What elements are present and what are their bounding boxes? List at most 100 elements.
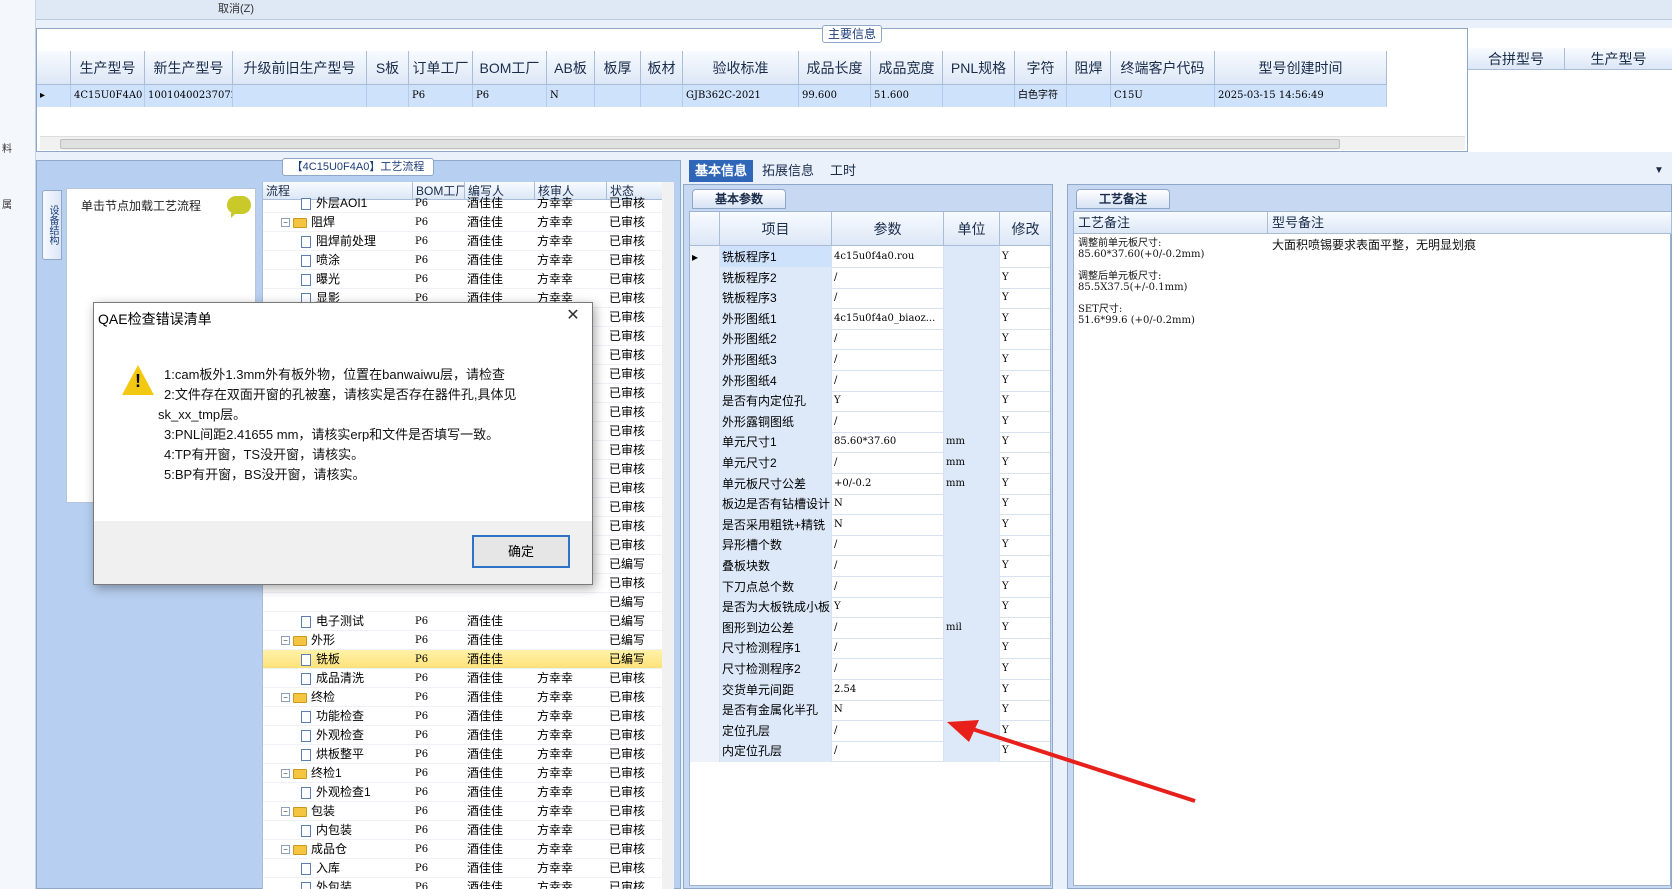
cell-mod[interactable]: Y xyxy=(1000,576,1050,598)
column-header[interactable]: 项目 xyxy=(720,212,832,246)
cell-param[interactable]: / xyxy=(832,534,944,557)
tree-row[interactable]: 入库 P6 酒佳佳 方幸幸 已审核 xyxy=(263,859,674,878)
tree-row[interactable]: − 阻焊 P6 酒佳佳 方幸幸 已审核 xyxy=(263,213,674,232)
chevron-down-icon[interactable]: ▼ xyxy=(1651,160,1667,182)
tree-row[interactable]: 内包装 P6 酒佳佳 方幸幸 已审核 xyxy=(263,821,674,840)
cell-mod[interactable]: Y xyxy=(1000,390,1050,412)
tree-node[interactable]: 烘板整平 xyxy=(301,745,413,764)
tree-node[interactable]: 功能检查 xyxy=(301,707,413,726)
tree-row[interactable]: 成品清洗 P6 酒佳佳 方幸幸 已审核 xyxy=(263,669,674,688)
table-cell[interactable] xyxy=(1067,85,1111,107)
tree-node[interactable]: 内包装 xyxy=(301,821,413,840)
tree-row[interactable]: 外包装 P6 酒佳佳 方幸幸 已审核 xyxy=(263,878,674,889)
cell-param[interactable]: Y xyxy=(832,390,944,413)
tree-row[interactable]: 功能检查 P6 酒佳佳 方幸幸 已审核 xyxy=(263,707,674,726)
column-header[interactable]: 成品宽度 xyxy=(871,51,943,85)
cell-mod[interactable]: Y xyxy=(1000,555,1050,577)
tree-node[interactable]: 入库 xyxy=(301,859,413,878)
column-header[interactable]: BOM工厂 xyxy=(473,51,547,85)
cell-param[interactable]: / xyxy=(832,410,944,433)
table-cell[interactable] xyxy=(595,85,641,107)
column-header[interactable]: 升级前旧生产型号 xyxy=(233,51,367,85)
main-info-hscrollbar[interactable] xyxy=(40,136,1465,150)
table-row[interactable]: 外形图纸4/ Y xyxy=(690,369,1050,392)
cell-param[interactable]: / xyxy=(832,575,944,598)
column-header[interactable]: PNL规格 xyxy=(943,51,1015,85)
cell-unit[interactable]: mm xyxy=(944,472,1000,495)
tree-node[interactable]: 成品清洗 xyxy=(301,669,413,688)
table-cell[interactable]: 2025-03-15 14:56:49 xyxy=(1215,85,1387,107)
column-header[interactable]: AB板 xyxy=(547,51,595,85)
cell-unit[interactable] xyxy=(944,349,1000,371)
cell-unit[interactable] xyxy=(944,246,1000,268)
table-row[interactable]: 尺寸检测程序2/ Y xyxy=(690,658,1050,680)
process-vscrollbar[interactable] xyxy=(662,182,674,889)
column-header[interactable]: 字符 xyxy=(1015,51,1067,85)
table-row[interactable]: 尺寸检测程序1/ Y xyxy=(690,637,1050,660)
tree-row[interactable]: − 外形 P6 酒佳佳 已编写 xyxy=(263,631,674,650)
cell-unit[interactable] xyxy=(944,410,1000,433)
cell-mod[interactable]: Y xyxy=(1000,473,1050,495)
table-cell[interactable]: GJB362C-2021 xyxy=(683,85,799,107)
cell-param[interactable]: 4c15u0f4a0_biaoz... xyxy=(832,307,944,330)
cell-unit[interactable] xyxy=(944,287,1000,310)
cell-unit[interactable]: mil xyxy=(944,616,1000,639)
column-header[interactable]: S板 xyxy=(367,51,409,85)
column-header[interactable]: 新生产型号 xyxy=(145,51,233,85)
col-production-model[interactable]: 生产型号 xyxy=(1565,48,1672,70)
table-row[interactable]: 是否为大板铣成小板 Y Y xyxy=(690,596,1050,619)
tree-node[interactable] xyxy=(301,593,413,612)
tab-basic-info[interactable]: 基本信息 xyxy=(689,160,753,182)
tree-row[interactable]: 外观检查1 P6 酒佳佳 方幸幸 已审核 xyxy=(263,783,674,802)
tree-row[interactable]: 喷涂 P6 酒佳佳 方幸幸 已审核 xyxy=(263,251,674,270)
table-row[interactable]: 外形图纸2/ Y xyxy=(690,328,1050,351)
tree-node[interactable]: − 终检1 xyxy=(281,764,413,783)
cell-mod[interactable]: Y xyxy=(1000,246,1050,268)
cell-unit[interactable]: mm xyxy=(944,452,1000,474)
cell-mod[interactable]: Y xyxy=(1000,431,1050,453)
tree-node[interactable]: 外包装 xyxy=(301,878,413,889)
table-cell[interactable]: N xyxy=(547,85,595,107)
table-cell[interactable]: 99.600 xyxy=(799,85,871,107)
cell-param[interactable]: / xyxy=(832,452,944,474)
tree-node[interactable]: − 包装 xyxy=(281,802,413,821)
collapse-icon[interactable]: − xyxy=(281,769,290,779)
tree-node[interactable]: 外观检查1 xyxy=(301,783,413,802)
column-header[interactable]: 验收标准 xyxy=(683,51,799,85)
cell-item[interactable]: 单元尺寸1 xyxy=(720,431,832,454)
cell-item[interactable]: 单元板尺寸公差 xyxy=(720,472,832,495)
cell-item[interactable]: 铣板程序2 xyxy=(720,266,832,289)
tree-row[interactable]: 电子测试 P6 酒佳佳 已编写 xyxy=(263,612,674,631)
cell-mod[interactable]: Y xyxy=(1000,514,1050,536)
cell-mod[interactable]: Y xyxy=(1000,287,1050,309)
table-row[interactable]: 外形露铜图纸 / Y xyxy=(690,410,1050,433)
cell-unit[interactable] xyxy=(944,575,1000,598)
tree-node[interactable]: − 终检 xyxy=(281,688,413,707)
column-header[interactable]: 成品长度 xyxy=(799,51,871,85)
tree-node[interactable]: − 外形 xyxy=(281,631,413,650)
cell-item[interactable]: 是否为大板铣成小板 xyxy=(720,596,832,619)
cell-mod[interactable]: Y xyxy=(1000,370,1050,392)
cell-item[interactable]: 图形到边公差 xyxy=(720,616,832,639)
table-cell[interactable]: 51.600 xyxy=(871,85,943,107)
tree-node[interactable]: 喷涂 xyxy=(301,251,413,270)
table-row[interactable]: 外形图纸1 4c15u0f4a0_biaoz... Y xyxy=(690,307,1050,330)
tree-node[interactable]: 外观检查 xyxy=(301,726,413,745)
collapse-icon[interactable]: − xyxy=(281,845,290,855)
collapse-icon[interactable]: − xyxy=(281,807,290,817)
cell-param[interactable]: / xyxy=(832,328,944,351)
table-cell[interactable] xyxy=(233,85,367,107)
cell-mod[interactable]: Y xyxy=(1000,452,1050,474)
cell-param[interactable]: / xyxy=(832,637,944,660)
cell-param[interactable]: / xyxy=(832,740,944,763)
column-header[interactable]: 单位 xyxy=(944,212,1000,246)
cell-unit[interactable] xyxy=(944,658,1000,680)
tab-extended-info[interactable]: 拓展信息 xyxy=(755,160,821,182)
cell-mod[interactable]: Y xyxy=(1000,617,1050,639)
table-cell[interactable]: 10010400237072 xyxy=(145,85,233,107)
table-row[interactable]: 单元尺寸2/mm Y xyxy=(690,452,1050,474)
model-note-text[interactable]: 大面积喷锡要求表面平整，无明显划痕 xyxy=(1272,238,1476,252)
column-header[interactable]: 修改 xyxy=(1000,212,1050,246)
table-row[interactable]: 是否有内定位孔 Y Y xyxy=(690,390,1050,413)
table-cell[interactable] xyxy=(943,85,1015,107)
